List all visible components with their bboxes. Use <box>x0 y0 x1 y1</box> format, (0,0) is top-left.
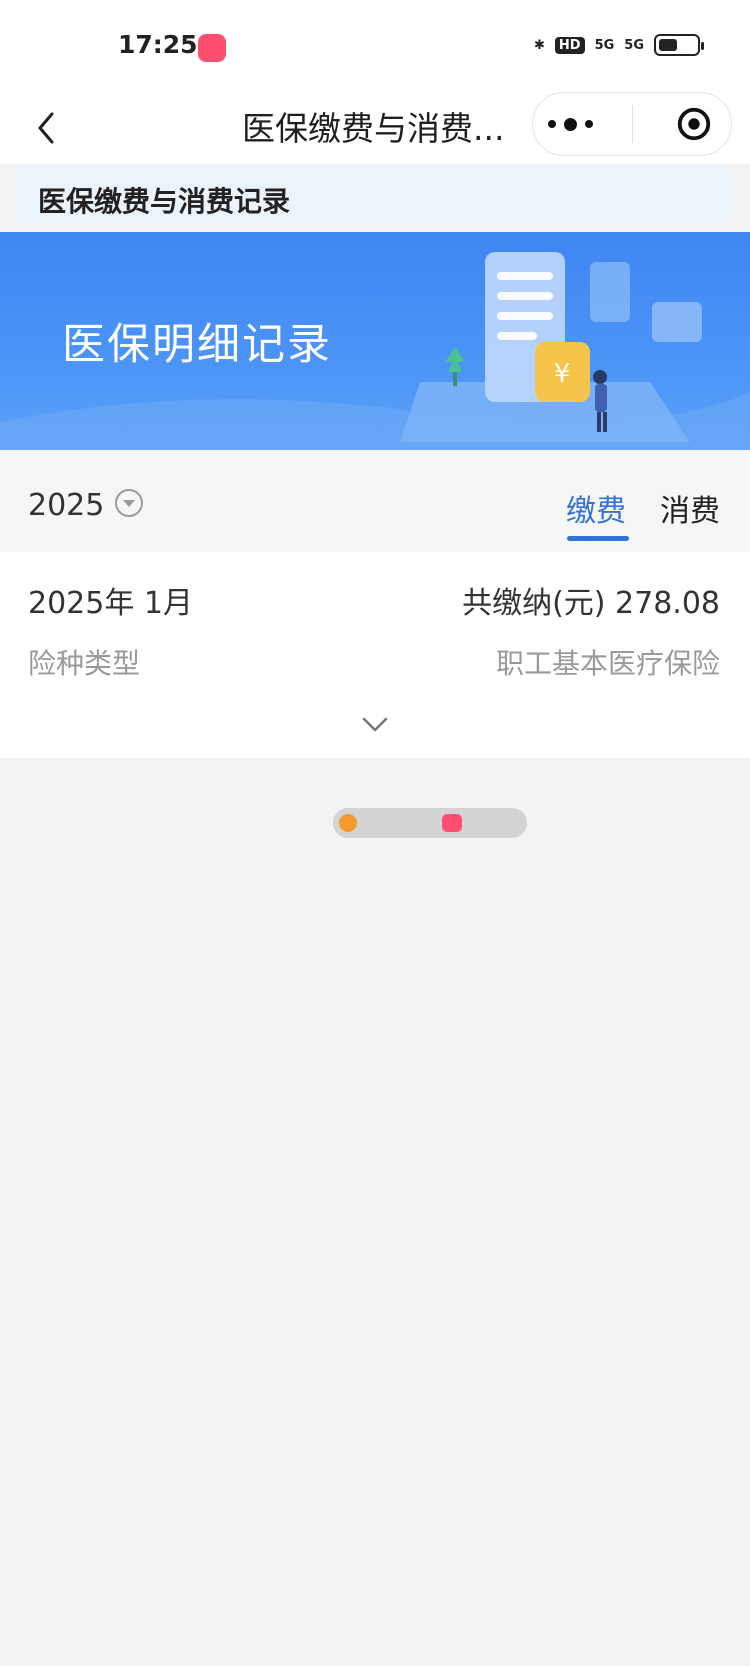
hd-icon: HD <box>554 36 585 54</box>
watermark-icon-right <box>442 814 462 832</box>
nav-bar: 医保缴费与消费... <box>0 92 750 164</box>
bluetooth-icon: ✱ <box>533 37 545 53</box>
insurance-type-value: 职工基本医疗保险 <box>495 647 720 680</box>
insurance-type-label: 险种类型 <box>28 647 141 680</box>
more-dot-right <box>584 120 593 128</box>
status-icons: ✱ HD 5G 5G <box>533 34 704 56</box>
signal-icon-2: 5G <box>624 37 644 53</box>
active-tab-indicator <box>567 536 629 541</box>
back-button[interactable] <box>24 104 72 152</box>
tab-consumption[interactable]: 消费 <box>660 486 720 530</box>
battery-icon <box>654 34 704 56</box>
filter-bar: 2025 缴费 消费 <box>0 452 750 552</box>
close-miniprogram-button[interactable] <box>657 92 731 156</box>
record-card[interactable]: 2025年 1月 共缴纳(元) 278.08 险种类型 职工基本医疗保险 <box>0 552 750 758</box>
app-notification-icon <box>198 34 226 62</box>
status-bar: 17:25 ✱ HD 5G 5G <box>0 0 750 92</box>
section-header: 医保缴费与消费记录 <box>18 165 732 223</box>
banner-title: 医保明细记录 <box>62 320 332 370</box>
svg-text:¥: ¥ <box>554 359 571 389</box>
record-date: 2025年 1月 <box>28 586 193 621</box>
watermark-icon-left <box>339 814 357 832</box>
tab-payment[interactable]: 缴费 <box>566 486 626 530</box>
chevron-left-icon <box>38 112 54 144</box>
capsule-divider <box>631 105 633 143</box>
status-time: 17:25 <box>118 30 198 59</box>
dropdown-circle-icon[interactable] <box>114 488 144 518</box>
target-icon <box>677 107 711 141</box>
miniprogram-capsule <box>532 92 732 156</box>
signal-icon-1: 5G <box>594 37 615 53</box>
chevron-down-icon[interactable] <box>360 712 390 736</box>
more-dots-icon <box>547 120 556 128</box>
more-dot-center <box>563 117 577 131</box>
banner: ¥ 医保明细记录 <box>0 232 750 450</box>
page-title: 医保缴费与消费... <box>242 109 505 148</box>
watermark-logo <box>333 808 527 838</box>
section-title: 医保缴费与消费记录 <box>38 185 291 218</box>
record-total: 共缴纳(元) 278.08 <box>462 586 720 621</box>
year-selector[interactable]: 2025 <box>28 488 104 523</box>
more-button[interactable] <box>533 92 607 156</box>
